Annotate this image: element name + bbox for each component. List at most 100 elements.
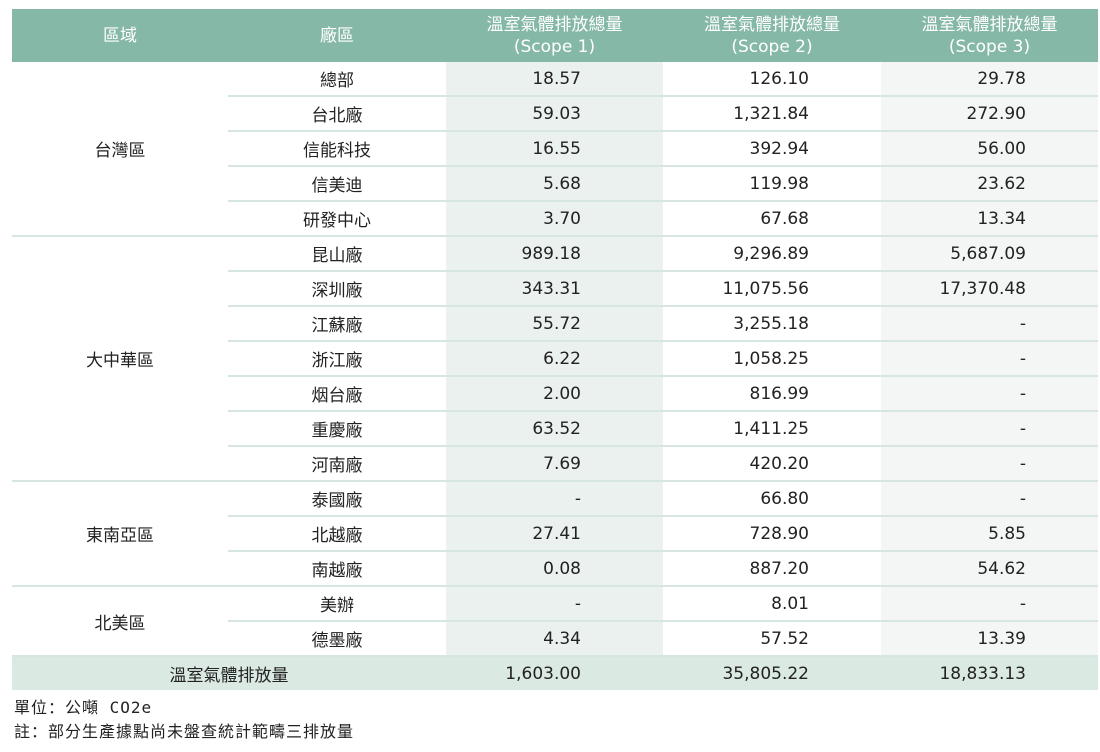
scope1-cell: 63.52 bbox=[446, 411, 663, 447]
scope2-cell: 11,075.56 bbox=[663, 271, 881, 307]
plant-cell: 美辦 bbox=[228, 586, 446, 622]
total-scope2: 35,805.22 bbox=[663, 656, 881, 690]
plant-cell: 研發中心 bbox=[228, 201, 446, 237]
scope1-cell: 7.69 bbox=[446, 446, 663, 482]
scope3-cell: - bbox=[881, 481, 1098, 517]
emissions-table: 區域 廠區 溫室氣體排放總量 (Scope 1) 溫室氣體排放總量 (Scope… bbox=[12, 9, 1098, 690]
total-scope1: 1,603.00 bbox=[446, 656, 663, 690]
header-scope1: 溫室氣體排放總量 (Scope 1) bbox=[446, 9, 663, 62]
header-scope3-sub: (Scope 3) bbox=[948, 36, 1031, 57]
scope3-cell: 56.00 bbox=[881, 131, 1098, 167]
region-cell: 北美區 bbox=[12, 586, 228, 657]
scope1-cell: 16.55 bbox=[446, 131, 663, 167]
scope3-cell: 272.90 bbox=[881, 96, 1098, 132]
header-region: 區域 bbox=[12, 9, 228, 62]
plant-cell: 信能科技 bbox=[228, 131, 446, 167]
scope1-cell: 6.22 bbox=[446, 341, 663, 377]
total-row: 溫室氣體排放量 1,603.00 35,805.22 18,833.13 bbox=[12, 656, 1098, 690]
scope3-cell: 17,370.48 bbox=[881, 271, 1098, 307]
scope2-cell: 119.98 bbox=[663, 166, 881, 202]
plant-cell: 北越廠 bbox=[228, 516, 446, 552]
scope3-cell: 54.62 bbox=[881, 551, 1098, 587]
scope3-cell: 13.39 bbox=[881, 621, 1098, 657]
scope1-cell: 18.57 bbox=[446, 62, 663, 97]
table-row: 北美區 美辦 -8.01- bbox=[12, 586, 1098, 657]
scope2-cell: 1,058.25 bbox=[663, 341, 881, 377]
header-plant: 廠區 bbox=[228, 9, 446, 62]
header-scope1-sub: (Scope 1) bbox=[513, 36, 596, 57]
plant-cell: 南越廠 bbox=[228, 551, 446, 587]
plant-cell: 泰國廠 bbox=[228, 481, 446, 517]
scope1-cell: 989.18 bbox=[446, 236, 663, 272]
scope3-cell: 29.78 bbox=[881, 62, 1098, 97]
header-scope2: 溫室氣體排放總量 (Scope 2) bbox=[663, 9, 881, 62]
scope3-cell: - bbox=[881, 376, 1098, 412]
plant-cell: 江蘇廠 bbox=[228, 306, 446, 342]
table-row: 東南亞區 泰國廠 -66.80- bbox=[12, 481, 1098, 587]
scope2-cell: 126.10 bbox=[663, 62, 881, 97]
scope3-cell: 13.34 bbox=[881, 201, 1098, 237]
scope1-cell: 55.72 bbox=[446, 306, 663, 342]
scope1-cell: 4.34 bbox=[446, 621, 663, 657]
scope2-cell: 3,255.18 bbox=[663, 306, 881, 342]
scope1-cell: 0.08 bbox=[446, 551, 663, 587]
total-scope3: 18,833.13 bbox=[881, 656, 1098, 690]
scope1-cell: 2.00 bbox=[446, 376, 663, 412]
unit-note: 單位：公噸 CO2e bbox=[14, 698, 153, 717]
scope1-cell: 3.70 bbox=[446, 201, 663, 237]
scope2-cell: 66.80 bbox=[663, 481, 881, 517]
scope1-cell: 5.68 bbox=[446, 166, 663, 202]
scope2-cell: 887.20 bbox=[663, 551, 881, 587]
scope2-cell: 9,296.89 bbox=[663, 236, 881, 272]
region-cell: 台灣區 bbox=[12, 62, 228, 237]
scope3-cell: 5.85 bbox=[881, 516, 1098, 552]
header-scope3: 溫室氣體排放總量 (Scope 3) bbox=[881, 9, 1098, 62]
region-cell: 大中華區 bbox=[12, 236, 228, 482]
scope2-cell: 67.68 bbox=[663, 201, 881, 237]
scope1-cell: - bbox=[446, 481, 663, 517]
scope1-cell: 59.03 bbox=[446, 96, 663, 132]
plant-cell: 烟台廠 bbox=[228, 376, 446, 412]
plant-cell: 總部 bbox=[228, 62, 446, 97]
header-scope1-title: 溫室氣體排放總量 bbox=[486, 14, 623, 35]
plant-cell: 昆山廠 bbox=[228, 236, 446, 272]
table-header: 區域 廠區 溫室氣體排放總量 (Scope 1) 溫室氣體排放總量 (Scope… bbox=[12, 9, 1098, 62]
header-scope3-title: 溫室氣體排放總量 bbox=[921, 14, 1058, 35]
plant-cell: 台北廠 bbox=[228, 96, 446, 132]
plant-cell: 深圳廠 bbox=[228, 271, 446, 307]
table-row: 大中華區 昆山廠 989.18 9,296.89 5,687.09 bbox=[12, 236, 1098, 482]
scope2-cell: 1,321.84 bbox=[663, 96, 881, 132]
scope2-cell: 420.20 bbox=[663, 446, 881, 482]
header-scope2-sub: (Scope 2) bbox=[731, 36, 813, 57]
scope3-cell: 5,687.09 bbox=[881, 236, 1098, 272]
scope3-cell: - bbox=[881, 306, 1098, 342]
region-cell: 東南亞區 bbox=[12, 481, 228, 587]
plant-cell: 河南廠 bbox=[228, 446, 446, 482]
scope2-cell: 392.94 bbox=[663, 131, 881, 167]
emissions-table-container: 區域 廠區 溫室氣體排放總量 (Scope 1) 溫室氣體排放總量 (Scope… bbox=[12, 9, 1098, 744]
scope3-cell: - bbox=[881, 341, 1098, 377]
scope3-cell: - bbox=[881, 446, 1098, 482]
header-row: 區域 廠區 溫室氣體排放總量 (Scope 1) 溫室氣體排放總量 (Scope… bbox=[12, 9, 1098, 62]
table-body: 台灣區 總部 18.57 126.10 29.78 台北廠 59.03 1,321.84 272… bbox=[12, 62, 1098, 690]
scope3-cell: - bbox=[881, 586, 1098, 622]
scope1-cell: - bbox=[446, 586, 663, 622]
total-label: 溫室氣體排放量 bbox=[12, 656, 446, 690]
table-row: 台灣區 總部 18.57 126.10 29.78 bbox=[12, 62, 1098, 237]
plant-cell: 浙江廠 bbox=[228, 341, 446, 377]
table-notes: 單位：公噸 CO2e 註：部分生產據點尚未盤查統計範疇三排放量 bbox=[12, 696, 1098, 744]
plant-cell: 德墨廠 bbox=[228, 621, 446, 657]
scope2-cell: 816.99 bbox=[663, 376, 881, 412]
scope2-cell: 728.90 bbox=[663, 516, 881, 552]
scope3-cell: 23.62 bbox=[881, 166, 1098, 202]
scope2-cell: 8.01 bbox=[663, 586, 881, 622]
remark-note: 註：部分生產據點尚未盤查統計範疇三排放量 bbox=[14, 722, 355, 741]
scope1-cell: 27.41 bbox=[446, 516, 663, 552]
plant-cell: 信美迪 bbox=[228, 166, 446, 202]
header-scope2-title: 溫室氣體排放總量 bbox=[704, 14, 840, 35]
plant-cell: 重慶廠 bbox=[228, 411, 446, 447]
scope2-cell: 57.52 bbox=[663, 621, 881, 657]
scope2-cell: 1,411.25 bbox=[663, 411, 881, 447]
scope1-cell: 343.31 bbox=[446, 271, 663, 307]
scope3-cell: - bbox=[881, 411, 1098, 447]
